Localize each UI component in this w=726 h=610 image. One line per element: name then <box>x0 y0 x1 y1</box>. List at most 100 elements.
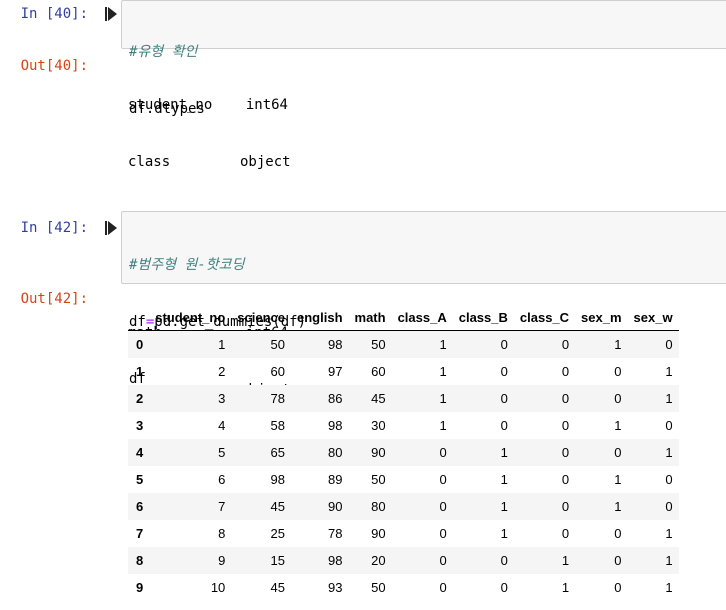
table-cell: 60 <box>270 364 285 379</box>
table-cell: 0 <box>561 445 570 460</box>
dtype-row: student_no int64 <box>128 97 288 113</box>
table-row: 4 5 65 80 90 0 1 0 0 1 <box>128 439 679 466</box>
table-cell: 0 <box>614 553 622 568</box>
table-row: 2 3 78 86 45 1 0 0 0 1 <box>128 385 679 412</box>
code-cell-input[interactable]: #유형 확인 df.dtypes <box>121 0 726 117</box>
table-cell: 98 <box>328 337 343 352</box>
table-cell: 2 <box>218 364 226 379</box>
input-prompt-40: In [40]: <box>20 6 88 22</box>
column-header: english <box>291 304 349 331</box>
column-header: math <box>348 304 392 331</box>
table-cell: 0 <box>614 445 622 460</box>
table-cell: 1 <box>614 337 622 352</box>
table-cell: 58 <box>270 418 285 433</box>
table-cell: 25 <box>270 526 285 541</box>
table-cell: 20 <box>371 553 386 568</box>
table-cell: 0 <box>439 580 447 595</box>
table-cell: 0 <box>614 391 622 406</box>
table-cell: 50 <box>371 472 386 487</box>
table-cell: 1 <box>665 364 673 379</box>
table-cell: 93 <box>328 580 343 595</box>
table-cell: 0 <box>665 499 673 514</box>
row-index: 0 <box>136 337 144 352</box>
table-cell: 1 <box>500 526 508 541</box>
table-row: 8 9 15 98 20 0 0 1 0 1 <box>128 547 679 574</box>
table-cell: 97 <box>328 364 343 379</box>
table-cell: 1 <box>439 391 447 406</box>
table-cell: 1 <box>439 364 447 379</box>
table-cell: 1 <box>561 580 570 595</box>
output-prompt-40: Out[40]: <box>20 58 88 74</box>
table-cell: 0 <box>500 364 508 379</box>
table-cell: 1 <box>500 472 508 487</box>
table-cell: 4 <box>218 418 226 433</box>
table-cell: 80 <box>371 499 386 514</box>
column-header: class_C <box>513 304 576 331</box>
table-cell: 0 <box>665 418 673 433</box>
table-cell: 0 <box>500 580 508 595</box>
table-cell: 78 <box>328 526 343 541</box>
column-header: science <box>231 304 291 331</box>
table-row: 7 8 25 78 90 0 1 0 0 1 <box>128 520 679 547</box>
table-cell: 9 <box>218 553 226 568</box>
table-cell: 1 <box>439 337 447 352</box>
table-row: 0 1 50 98 50 1 0 0 1 0 <box>128 330 679 358</box>
row-index: 3 <box>136 418 144 433</box>
table-cell: 60 <box>371 364 386 379</box>
table-cell: 0 <box>500 553 508 568</box>
column-header: sex_m <box>575 304 628 331</box>
output-prompt-42: Out[42]: <box>20 291 88 307</box>
run-cell-icon[interactable] <box>104 220 118 236</box>
table-cell: 1 <box>500 499 508 514</box>
table-cell: 15 <box>270 553 285 568</box>
input-prompt-42: In [42]: <box>20 220 88 236</box>
table-cell: 45 <box>371 391 386 406</box>
table-cell: 0 <box>561 499 570 514</box>
run-cell-icon[interactable] <box>104 6 118 22</box>
table-cell: 0 <box>439 445 447 460</box>
table-cell: 8 <box>218 526 226 541</box>
row-index: 6 <box>136 499 144 514</box>
table-cell: 90 <box>371 526 386 541</box>
column-header: class_B <box>452 304 514 331</box>
column-header: sex_w <box>627 304 679 331</box>
table-cell: 50 <box>371 337 386 352</box>
table-cell: 0 <box>561 472 570 487</box>
table-cell: 0 <box>561 526 570 541</box>
table-cell: 1 <box>665 553 673 568</box>
table-cell: 0 <box>500 391 508 406</box>
table-cell: 0 <box>665 472 673 487</box>
column-header <box>128 304 150 331</box>
table-cell: 0 <box>500 337 508 352</box>
row-index: 1 <box>136 364 144 379</box>
code-cell-input[interactable]: #범주형 원-핫코딩 df=pd.get_dummies(df) df <box>121 211 726 387</box>
dataframe-table: student_no science english math class_A class… <box>128 304 679 601</box>
code-comment: #범주형 원-핫코딩 <box>129 257 245 273</box>
column-header: class_A <box>391 304 453 331</box>
table-cell: 3 <box>218 391 226 406</box>
table-cell: 0 <box>561 337 570 352</box>
table-cell: 98 <box>328 418 343 433</box>
table-cell: 5 <box>218 445 226 460</box>
table-cell: 1 <box>665 391 673 406</box>
table-cell: 0 <box>439 526 447 541</box>
row-index: 9 <box>136 580 144 595</box>
table-row: 5 6 98 89 50 0 1 0 1 0 <box>128 466 679 493</box>
table-cell: 1 <box>218 337 226 352</box>
table-cell: 1 <box>614 418 622 433</box>
table-cell: 0 <box>561 391 570 406</box>
table-cell: 80 <box>328 445 343 460</box>
table-cell: 6 <box>218 472 226 487</box>
table-cell: 86 <box>328 391 343 406</box>
table-cell: 1 <box>614 472 622 487</box>
table-cell: 50 <box>371 580 386 595</box>
table-cell: 0 <box>614 526 622 541</box>
row-index: 2 <box>136 391 144 406</box>
table-cell: 90 <box>328 499 343 514</box>
table-cell: 1 <box>614 499 622 514</box>
table-cell: 1 <box>439 418 447 433</box>
row-index: 8 <box>136 553 144 568</box>
table-cell: 1 <box>561 553 570 568</box>
table-cell: 0 <box>439 499 447 514</box>
table-row: 9 10 45 93 50 0 0 1 0 1 <box>128 574 679 601</box>
